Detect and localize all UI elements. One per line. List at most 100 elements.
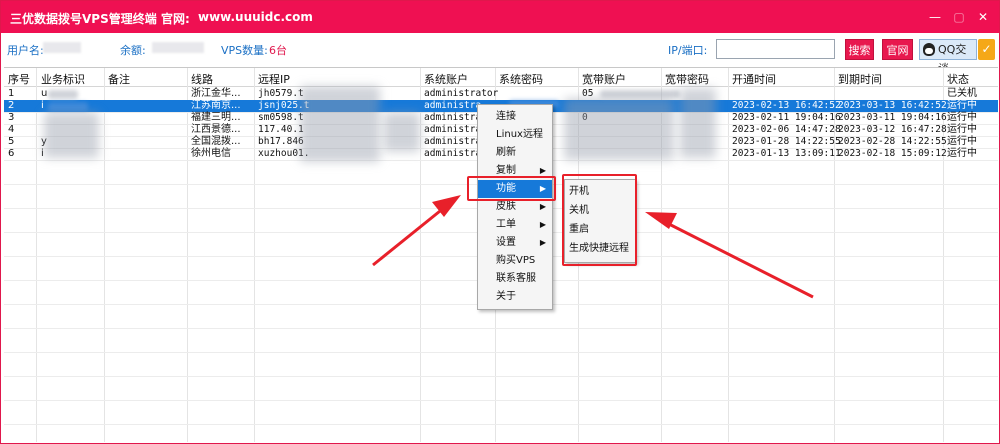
cell-status: 运行中 bbox=[947, 100, 977, 111]
row-divider bbox=[4, 400, 998, 401]
official-site-button[interactable]: 官网 bbox=[882, 39, 913, 60]
maximize-icon[interactable]: ▢ bbox=[951, 9, 967, 25]
cell-expire-time: 2023-02-18 15:09:12 bbox=[838, 148, 947, 159]
table-header: 序号 业务标识 备注 线路 远程IP 系统账户 系统密码 宽带账户 宽带密码 开… bbox=[4, 68, 998, 87]
menu-item-refresh[interactable]: 刷新 bbox=[478, 144, 552, 162]
cell-no: 5 bbox=[8, 136, 15, 147]
cell-account: administrator bbox=[424, 88, 499, 99]
cell-account: administra bbox=[424, 100, 482, 111]
redaction-blur bbox=[564, 98, 674, 160]
col-header-ip[interactable]: 远程IP bbox=[258, 71, 290, 87]
menu-item-about[interactable]: 关于 bbox=[478, 288, 552, 306]
menu-item-label: 设置 bbox=[496, 237, 516, 248]
cell-ip: jh0579.t bbox=[258, 88, 304, 99]
cell-ip: sm0598.t bbox=[258, 112, 304, 123]
cell-open-time: 2023-02-13 16:42:52 bbox=[732, 100, 841, 111]
row-divider bbox=[4, 328, 998, 329]
cell-line: 江西景德... bbox=[191, 124, 241, 135]
qq-icon bbox=[923, 43, 935, 56]
cell-line: 福建三明... bbox=[191, 112, 241, 123]
menu-item-linux-remote[interactable]: Linux远程 bbox=[478, 126, 552, 144]
cell-line: 全国混拨... bbox=[191, 136, 241, 147]
vps-count-label: VPS数量: bbox=[221, 44, 268, 57]
menu-item-label: 联系客服 bbox=[496, 273, 536, 284]
cell-no: 6 bbox=[8, 148, 15, 159]
cell-line: 浙江金华... bbox=[191, 88, 241, 99]
menu-item-buy-vps[interactable]: 购买VPS bbox=[478, 252, 552, 270]
menu-item-ticket[interactable]: 工单 ▶ bbox=[478, 216, 552, 234]
qq-chat-button[interactable]: QQ交谈 bbox=[919, 39, 977, 75]
redaction-blur bbox=[600, 90, 680, 98]
site-url[interactable]: www.uuuidc.com bbox=[198, 10, 313, 24]
col-header-password[interactable]: 系统密码 bbox=[499, 71, 543, 87]
menu-item-label: Linux远程 bbox=[496, 129, 543, 140]
cell-no: 2 bbox=[8, 100, 15, 111]
cell-expire-time: 2023-03-13 16:42:52 bbox=[838, 100, 947, 111]
cell-ip: 117.40.1 bbox=[258, 124, 304, 135]
menu-item-label: 工单 bbox=[496, 219, 516, 230]
search-button[interactable]: 搜索 bbox=[845, 39, 874, 60]
redaction-blur bbox=[680, 88, 716, 158]
col-header-note[interactable]: 备注 bbox=[108, 71, 130, 87]
cell-account: administra bbox=[424, 136, 482, 147]
user-label: 用户名: bbox=[7, 44, 44, 57]
redaction-blur bbox=[300, 86, 380, 162]
submenu-arrow-icon: ▶ bbox=[539, 238, 546, 247]
cell-open-time: 2023-01-28 14:22:55 bbox=[732, 136, 841, 147]
cell-expire-time: 2023-03-12 16:47:28 bbox=[838, 124, 947, 135]
menu-item-label: 购买VPS bbox=[496, 255, 536, 266]
col-header-biz[interactable]: 业务标识 bbox=[41, 71, 85, 87]
vps-count-value: 6台 bbox=[269, 44, 287, 57]
cell-no: 1 bbox=[8, 88, 15, 99]
row-divider bbox=[4, 424, 998, 425]
submenu-arrow-icon: ▶ bbox=[539, 220, 546, 229]
check-icon[interactable]: ✓ bbox=[978, 39, 995, 60]
site-label: 官网: bbox=[161, 12, 190, 26]
col-header-expire-time[interactable]: 到期时间 bbox=[838, 71, 882, 87]
col-header-open-time[interactable]: 开通时间 bbox=[732, 71, 776, 87]
menu-item-label: 皮肤 bbox=[496, 201, 516, 212]
cell-open-time: 2023-02-11 19:04:16 bbox=[732, 112, 841, 123]
redaction-blur bbox=[384, 112, 420, 152]
table-row[interactable]: 1 u 浙江金华... jh0579.t administrator 05 已关… bbox=[4, 88, 998, 100]
cell-biz: u bbox=[41, 88, 48, 99]
col-header-no[interactable]: 序号 bbox=[8, 71, 30, 87]
menu-item-contact-support[interactable]: 联系客服 bbox=[478, 270, 552, 288]
menu-item-label: 连接 bbox=[496, 111, 516, 122]
cell-account: administra bbox=[424, 148, 482, 159]
cell-expire-time: 2023-03-11 19:04:16 bbox=[838, 112, 947, 123]
cell-status: 运行中 bbox=[947, 112, 977, 123]
menu-item-label: 复制 bbox=[496, 165, 516, 176]
annotation-highlight-submenu bbox=[562, 174, 637, 266]
close-icon[interactable]: ✕ bbox=[975, 9, 991, 25]
cell-status: 运行中 bbox=[947, 148, 977, 159]
cell-account: administra bbox=[424, 112, 482, 123]
ip-search-input[interactable] bbox=[716, 39, 835, 59]
cell-line: 江苏南京... bbox=[191, 100, 241, 111]
redaction-blur bbox=[48, 102, 88, 111]
cell-account: administra bbox=[424, 124, 482, 135]
col-header-line[interactable]: 线路 bbox=[191, 71, 213, 87]
cell-no: 3 bbox=[8, 112, 15, 123]
col-header-bb-password[interactable]: 宽带密码 bbox=[665, 71, 709, 87]
cell-status: 已关机 bbox=[947, 88, 977, 99]
user-value-redacted bbox=[43, 42, 81, 53]
redaction-blur bbox=[44, 112, 99, 158]
ip-label: IP/端口: bbox=[668, 44, 708, 57]
annotation-highlight-function bbox=[467, 176, 556, 201]
cell-status: 运行中 bbox=[947, 136, 977, 147]
cell-ip: bh17.846 bbox=[258, 136, 304, 147]
minimize-icon[interactable]: — bbox=[927, 9, 943, 25]
redaction-blur bbox=[48, 90, 78, 99]
col-header-status[interactable]: 状态 bbox=[947, 71, 969, 87]
menu-item-label: 刷新 bbox=[496, 147, 516, 158]
row-divider bbox=[4, 376, 998, 377]
col-header-bb-account[interactable]: 宽带账户 bbox=[582, 71, 626, 87]
menu-item-label: 关于 bbox=[496, 291, 516, 302]
info-bar: 用户名: 余额: VPS数量: 6台 IP/端口: 搜索 官网 QQ交谈 ✓ bbox=[1, 34, 999, 75]
menu-item-settings[interactable]: 设置 ▶ bbox=[478, 234, 552, 252]
col-header-account[interactable]: 系统账户 bbox=[424, 71, 468, 87]
cell-open-time: 2023-01-13 13:09:11 bbox=[732, 148, 841, 159]
cell-no: 4 bbox=[8, 124, 15, 135]
menu-item-connect[interactable]: 连接 bbox=[478, 108, 552, 126]
